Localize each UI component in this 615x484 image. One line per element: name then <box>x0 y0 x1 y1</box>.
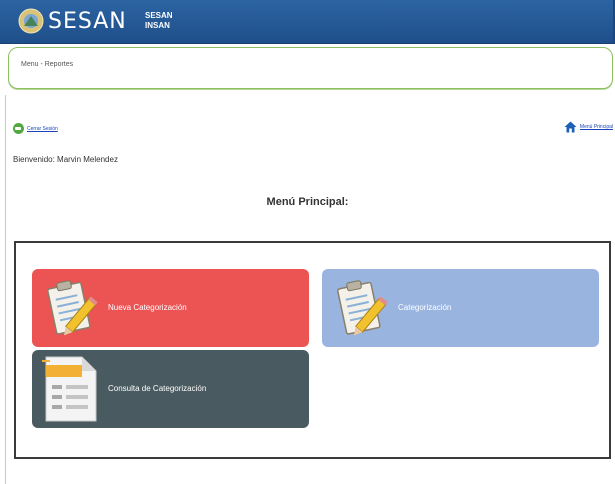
page-title: Menú Principal: <box>266 196 349 208</box>
tile-nueva-categorizacion[interactable]: Nueva Categorización <box>32 269 309 347</box>
home-icon <box>564 121 577 133</box>
clipboard-pencil-icon <box>337 280 388 336</box>
logo-text: SESAN <box>48 9 127 34</box>
back-arrow-icon <box>13 123 24 134</box>
logout-link[interactable]: Cerrar Sesión <box>13 123 58 134</box>
welcome-text: Bienvenido: Marvin Melendez <box>13 155 118 164</box>
logout-link-label: Cerrar Sesión <box>27 125 58 132</box>
sub-brand: SESAN INSAN <box>145 11 173 30</box>
tile-categorizacion[interactable]: Categorización <box>322 269 599 347</box>
home-link[interactable]: Menú Principal <box>564 121 613 133</box>
breadcrumb-text: Menu - Reportes <box>21 61 74 68</box>
clipboard-pencil-icon <box>47 280 98 336</box>
main-menu-panel: Nueva Categorización Categorización Cons… <box>14 241 611 459</box>
home-link-label: Menú Principal <box>579 124 613 130</box>
page-left-rule <box>5 95 6 484</box>
tile-consulta-categorizacion[interactable]: Consulta de Categorización <box>32 350 309 428</box>
top-header: SESAN SESAN INSAN <box>0 0 615 44</box>
guatemala-emblem-icon <box>18 8 44 34</box>
tile-label-consulta: Consulta de Categorización <box>108 384 207 393</box>
breadcrumb: Menu - Reportes <box>8 47 613 89</box>
tile-label-categorizacion: Categorización <box>398 303 452 312</box>
document-icon <box>42 356 97 422</box>
tile-label-nueva: Nueva Categorización <box>108 303 187 312</box>
